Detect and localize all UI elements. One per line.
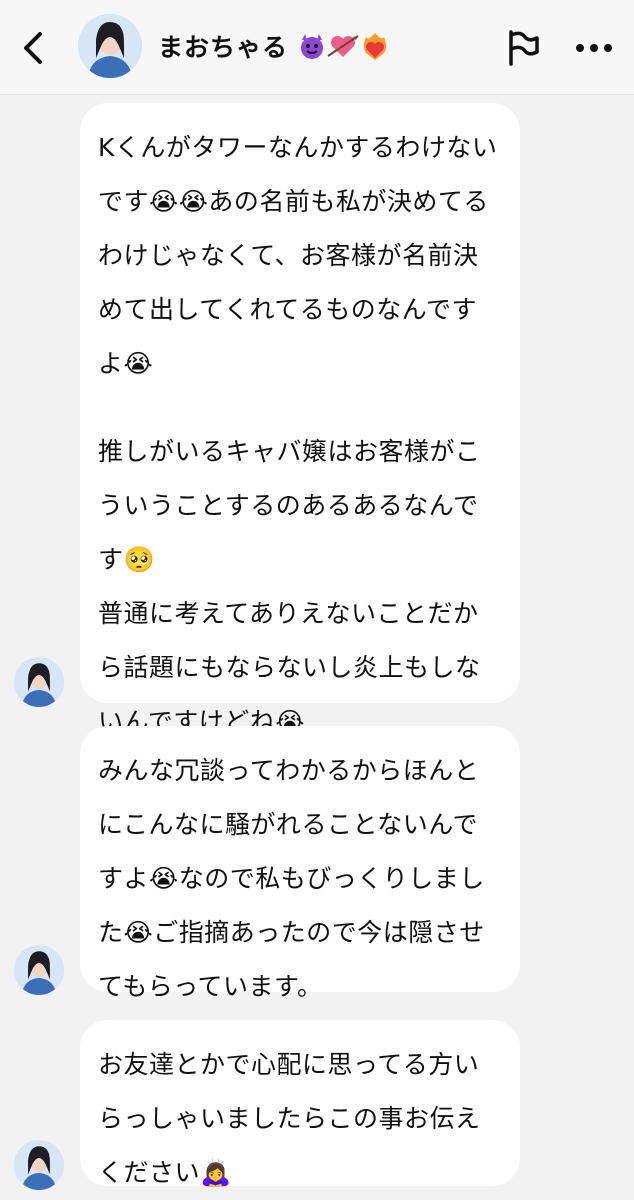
message-line: です😭😭あの名前も私が決めてる [98, 187, 489, 216]
message-line: にこんなに騒がれることないんで [98, 810, 479, 839]
message-line: ら話題にもならないし炎上もしな [98, 653, 481, 682]
sender-avatar[interactable] [14, 945, 64, 995]
message-line-blank [98, 391, 498, 425]
message-bubble[interactable]: お友達とかで心配に思ってる方い らっしゃいましたらこの事お伝え ください🙇‍♀️ [80, 1020, 520, 1187]
sender-avatar[interactable] [14, 657, 64, 707]
flag-icon[interactable] [503, 28, 543, 68]
avatar[interactable] [78, 14, 142, 78]
message-line: 推しがいるキャバ嬢はお客様がこ [98, 437, 481, 466]
message-bubble[interactable]: みんな冗談ってわかるからほんと にこんなに騒がれることないんで すよ😭なので私も… [80, 726, 520, 1001]
message-line: てもらっています。 [98, 972, 323, 1001]
message-line: すよ😭なので私もびっくりしまし [98, 864, 485, 893]
more-options-icon[interactable] [570, 30, 618, 66]
message-line: Kくんがタワーなんかするわけない [98, 133, 498, 162]
message-line: みんな冗談ってわかるからほんと [98, 756, 480, 785]
message-line: た😭ご指摘あったので今は隠させ [98, 918, 485, 947]
smiling-imp-icon [298, 32, 326, 62]
back-arrow-icon[interactable] [16, 28, 50, 68]
message-line: す🥺 [98, 545, 156, 574]
message-line: わけじゃなくて、お客様が名前決 [98, 241, 479, 270]
heart-with-arrow-icon [326, 32, 360, 62]
message-line: めて出してくれてるものなんです [98, 295, 478, 324]
heart-on-fire-icon [360, 31, 390, 62]
message-line: お友達とかで心配に思ってる方い [98, 1050, 480, 1079]
message-line: ください🙇‍♀️ [98, 1158, 232, 1187]
message-line: よ😭 [98, 349, 154, 378]
message-bubble[interactable]: Kくんがタワーなんかするわけない です😭😭あの名前も私が決めてる わけじゃなくて… [80, 103, 520, 736]
chat-header: まおちゃる [0, 0, 634, 95]
sender-avatar[interactable] [14, 1140, 64, 1190]
contact-name: まおちゃる [158, 28, 390, 64]
message-line: らっしゃいましたらこの事お伝え [98, 1104, 481, 1133]
message-line: 普通に考えてありえないことだか [98, 599, 479, 628]
message-line: ういうことするのあるあるなんで [98, 491, 479, 520]
